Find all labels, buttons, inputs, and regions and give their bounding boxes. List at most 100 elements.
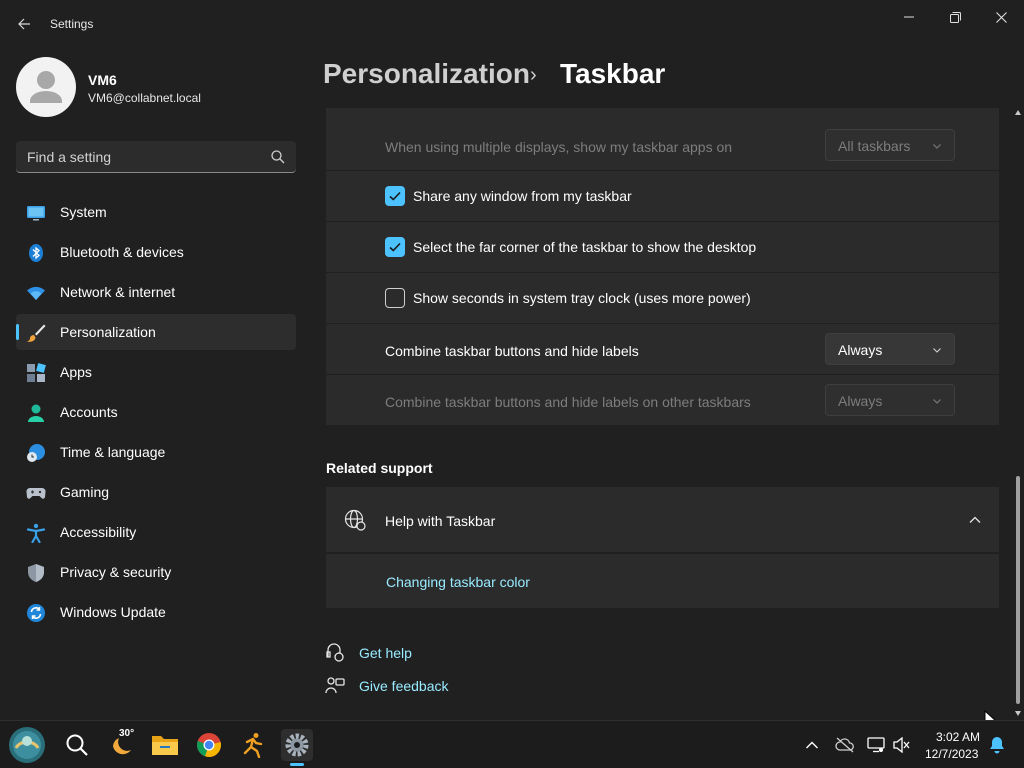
show-seconds-checkbox[interactable]	[385, 288, 405, 308]
help-with-taskbar-content: Changing taskbar color	[326, 554, 999, 608]
setting-row-combine-buttons: Combine taskbar buttons and hide labels …	[326, 324, 999, 374]
share-window-checkbox[interactable]	[385, 186, 405, 206]
sidebar-item-system[interactable]: System	[16, 194, 296, 230]
tray-date[interactable]: 12/7/2023	[925, 747, 978, 761]
combine-buttons-dropdown[interactable]: Always	[825, 333, 955, 365]
app-title: Settings	[50, 17, 94, 31]
sidebar-item-network[interactable]: Network & internet	[16, 274, 296, 310]
sidebar-item-label: Windows Update	[60, 604, 166, 620]
sidebar-item-privacy-security[interactable]: Privacy & security	[16, 554, 296, 590]
taskbar: 30° 3:02 AM 12/7/2023	[0, 720, 1024, 768]
globe-help-icon	[344, 509, 366, 531]
taskbar-file-explorer-button[interactable]	[149, 729, 181, 761]
back-button[interactable]	[10, 10, 38, 38]
globe-clock-icon	[27, 444, 45, 462]
sidebar-item-personalization[interactable]: Personalization	[16, 314, 296, 350]
chevron-up-icon	[969, 516, 981, 523]
help-with-taskbar-title: Help with Taskbar	[385, 513, 496, 529]
sidebar-item-label: Network & internet	[60, 284, 176, 300]
minimize-button[interactable]	[886, 0, 932, 34]
sidebar-item-label: Apps	[60, 364, 92, 380]
taskbar-runner-app-button[interactable]	[237, 729, 269, 761]
onedrive-button[interactable]	[829, 729, 861, 761]
sidebar-item-label: System	[60, 204, 107, 220]
far-corner-checkbox[interactable]	[385, 237, 405, 257]
gamepad-icon	[26, 487, 46, 499]
arrow-left-icon	[18, 18, 30, 30]
sidebar-item-apps[interactable]: Apps	[16, 354, 296, 390]
tray-time[interactable]: 3:02 AM	[936, 730, 980, 744]
sidebar-item-label: Gaming	[60, 484, 110, 500]
cloud-offline-icon	[835, 737, 854, 753]
sidebar-item-label: Accessibility	[60, 524, 137, 540]
checkmark-icon	[389, 191, 401, 201]
sidebar-item-time-language[interactable]: Time & language	[16, 434, 296, 470]
notifications-button[interactable]	[982, 729, 1012, 761]
sidebar-item-label: Accounts	[60, 404, 118, 420]
sidebar-item-label: Time & language	[60, 444, 166, 460]
sidebar-item-label: Bluetooth & devices	[60, 244, 184, 260]
sidebar-nav: System Bluetooth & devices Network & int…	[16, 194, 296, 634]
maximize-icon	[949, 11, 961, 23]
person-icon	[28, 404, 44, 422]
setting-row-combine-other: Combine taskbar buttons and hide labels …	[326, 375, 999, 425]
runner-app-icon	[243, 733, 263, 758]
search-icon	[271, 150, 285, 164]
search-input[interactable]	[16, 141, 264, 172]
setting-row-far-corner: Select the far corner of the taskbar to …	[326, 222, 999, 272]
user-avatar-icon	[30, 71, 62, 103]
setting-row-share-window: Share any window from my taskbar	[326, 171, 999, 221]
breadcrumb-separator: ›	[530, 64, 537, 86]
show-seconds-label: Show seconds in system tray clock (uses …	[413, 290, 751, 306]
main-scrollbar[interactable]	[1012, 108, 1024, 718]
start-button[interactable]	[8, 726, 46, 764]
accessibility-icon	[26, 523, 46, 543]
help-with-taskbar-expander[interactable]: Help with Taskbar	[326, 487, 999, 552]
settings-gear-icon	[285, 733, 309, 757]
scroll-up-icon[interactable]	[1015, 110, 1021, 115]
setting-row-multi-display: When using multiple displays, show my ta…	[326, 108, 999, 170]
multi-display-label: When using multiple displays, show my ta…	[385, 139, 733, 155]
wifi-icon	[27, 286, 45, 300]
profile-email: VM6@collabnet.local	[88, 91, 201, 105]
page-title: Taskbar	[560, 58, 666, 89]
volume-button[interactable]	[887, 729, 917, 761]
close-button[interactable]	[978, 0, 1024, 34]
sidebar-item-label: Personalization	[60, 324, 156, 340]
sidebar-item-windows-update[interactable]: Windows Update	[16, 594, 296, 630]
sidebar-item-bluetooth[interactable]: Bluetooth & devices	[16, 234, 296, 270]
taskbar-search-button[interactable]	[61, 729, 93, 761]
monitor-icon	[27, 206, 45, 221]
maximize-button[interactable]	[932, 0, 978, 34]
show-hidden-icons-button[interactable]	[796, 729, 828, 761]
taskbar-chrome-button[interactable]	[193, 729, 225, 761]
give-feedback-link[interactable]: Give feedback	[359, 678, 449, 694]
far-corner-label: Select the far corner of the taskbar to …	[413, 239, 757, 255]
sidebar-item-accessibility[interactable]: Accessibility	[16, 514, 296, 550]
avatar	[16, 57, 76, 117]
scroll-thumb[interactable]	[1016, 476, 1020, 704]
scroll-down-icon[interactable]	[1015, 711, 1021, 716]
multi-display-value: All taskbars	[838, 138, 911, 154]
setting-row-show-seconds: Show seconds in system tray clock (uses …	[326, 273, 999, 323]
search-box[interactable]	[16, 141, 296, 173]
notification-bell-icon	[990, 737, 1004, 754]
breadcrumb-parent[interactable]: Personalization	[323, 58, 530, 90]
taskbar-settings-button[interactable]	[281, 729, 313, 761]
speaker-muted-icon	[893, 737, 910, 753]
chrome-icon	[197, 733, 221, 757]
search-icon	[66, 734, 88, 756]
multi-display-dropdown[interactable]: All taskbars	[825, 129, 955, 161]
get-help-icon	[326, 643, 344, 662]
network-display-icon	[867, 737, 885, 753]
update-sync-icon	[27, 604, 45, 622]
chevron-down-icon	[933, 144, 941, 149]
sidebar-item-gaming[interactable]: Gaming	[16, 474, 296, 510]
changing-taskbar-color-link[interactable]: Changing taskbar color	[386, 574, 530, 590]
combine-other-dropdown[interactable]: Always	[825, 384, 955, 416]
close-icon	[995, 11, 1007, 23]
minimize-icon	[904, 16, 914, 18]
get-help-link[interactable]: Get help	[359, 645, 412, 661]
sidebar-item-accounts[interactable]: Accounts	[16, 394, 296, 430]
paintbrush-icon	[27, 324, 46, 342]
